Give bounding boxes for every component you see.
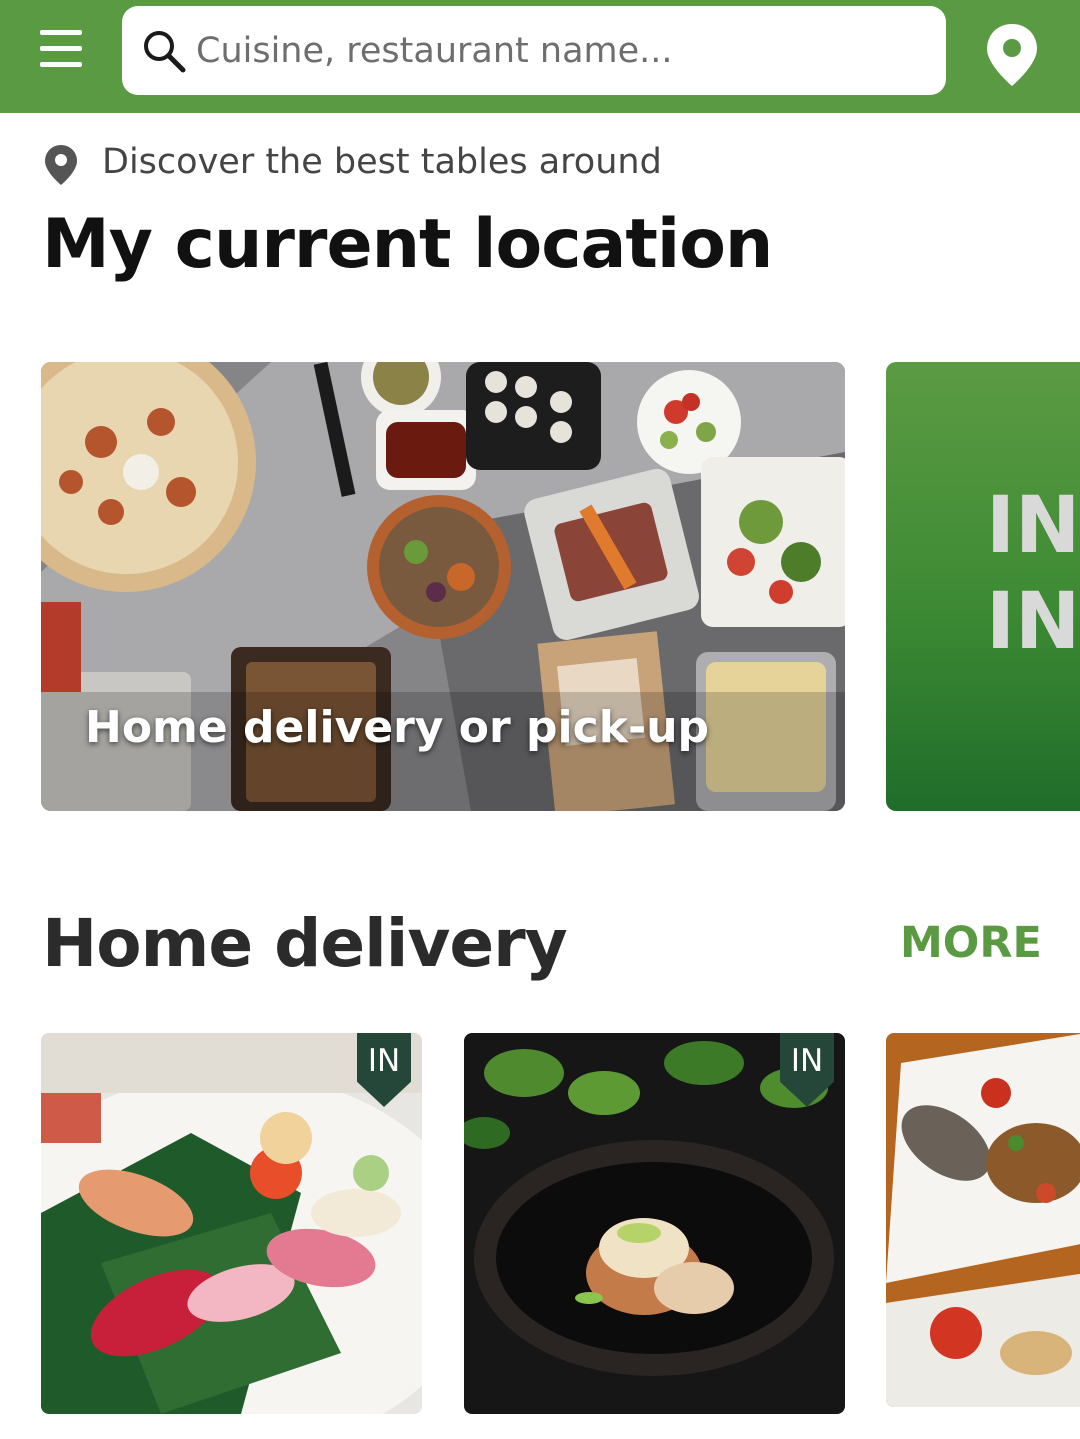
location-pin-icon: [45, 145, 77, 185]
location-subtitle: Discover the best tables around: [102, 142, 662, 182]
menu-icon[interactable]: [40, 30, 82, 70]
location-pin-icon[interactable]: [984, 22, 1040, 88]
restaurant-card[interactable]: IN: [41, 1033, 422, 1414]
section-title-home-delivery: Home delivery: [42, 905, 568, 982]
search-input[interactable]: [196, 6, 926, 95]
search-icon: [144, 31, 186, 73]
promo-card[interactable]: IN IN: [886, 362, 1080, 811]
page-title: My current location: [42, 205, 773, 284]
bowl-dish-image: [464, 1033, 845, 1414]
fish-plates-image: [886, 1033, 1080, 1407]
sushi-platter-image: [41, 1033, 422, 1414]
restaurant-card[interactable]: IN: [464, 1033, 845, 1414]
delivery-pickup-card[interactable]: Home delivery or pick-up: [41, 362, 845, 811]
promo-text: IN IN: [986, 362, 1080, 811]
top-app-bar: [0, 0, 1080, 113]
more-link[interactable]: MORE: [900, 918, 1042, 968]
hero-card-label: Home delivery or pick-up: [85, 702, 710, 753]
promo-line: IN: [986, 577, 1080, 667]
search-box[interactable]: [122, 6, 946, 95]
promo-line: IN: [986, 481, 1080, 571]
restaurant-card[interactable]: [886, 1033, 1080, 1407]
